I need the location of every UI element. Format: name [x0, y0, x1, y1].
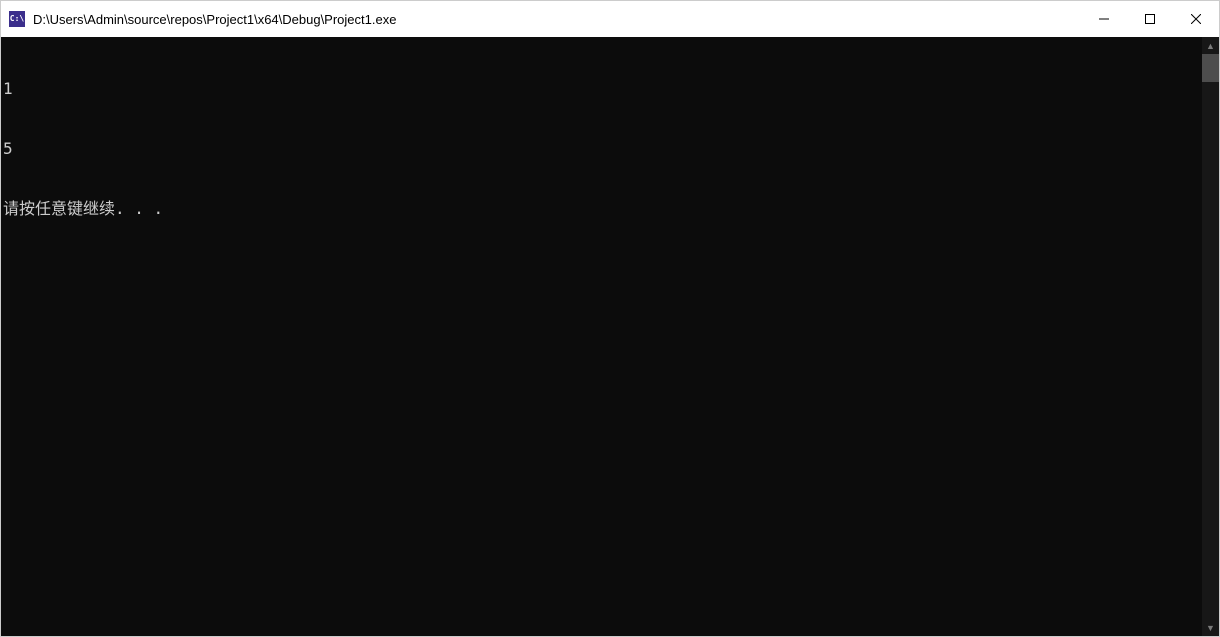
app-icon: C:\ — [9, 11, 25, 27]
window-title: D:\Users\Admin\source\repos\Project1\x64… — [33, 12, 1081, 27]
scroll-down-arrow-icon[interactable]: ▼ — [1202, 619, 1219, 636]
minimize-icon — [1099, 14, 1109, 24]
console-body: 1 5 请按任意键继续. . . ▲ ▼ — [1, 37, 1219, 636]
minimize-button[interactable] — [1081, 1, 1127, 37]
window-controls — [1081, 1, 1219, 37]
output-line: 5 — [3, 139, 1202, 159]
close-button[interactable] — [1173, 1, 1219, 37]
scroll-up-arrow-icon[interactable]: ▲ — [1202, 37, 1219, 54]
output-line: 1 — [3, 79, 1202, 99]
maximize-button[interactable] — [1127, 1, 1173, 37]
titlebar[interactable]: C:\ D:\Users\Admin\source\repos\Project1… — [1, 1, 1219, 37]
console-output[interactable]: 1 5 请按任意键继续. . . — [1, 37, 1202, 636]
app-icon-text: C:\ — [10, 15, 24, 23]
scroll-track[interactable] — [1202, 54, 1219, 619]
maximize-icon — [1145, 14, 1155, 24]
close-icon — [1191, 14, 1201, 24]
console-window: C:\ D:\Users\Admin\source\repos\Project1… — [0, 0, 1220, 637]
scroll-thumb[interactable] — [1202, 54, 1219, 82]
output-line: 请按任意键继续. . . — [3, 199, 1202, 219]
vertical-scrollbar[interactable]: ▲ ▼ — [1202, 37, 1219, 636]
